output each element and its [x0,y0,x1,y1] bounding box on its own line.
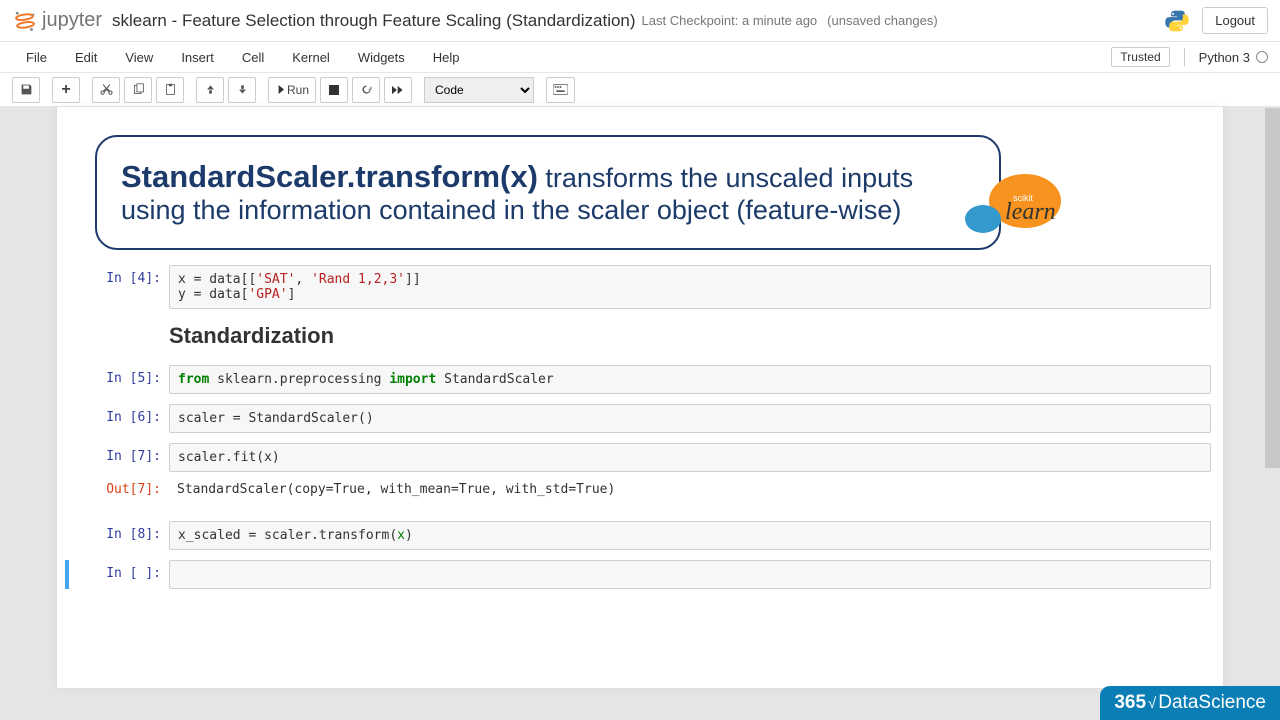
command-palette-button[interactable] [546,77,575,103]
stop-button[interactable] [320,77,348,103]
notebook-area[interactable]: StandardScaler.transform(x) transforms t… [56,107,1224,688]
checkpoint-text: Last Checkpoint: a minute ago [642,13,818,28]
code-input[interactable]: scaler.fit(x) [169,443,1211,472]
code-input[interactable]: scaler = StandardScaler() [169,404,1211,433]
watermark-badge: 365√DataScience [1100,686,1280,720]
run-button[interactable]: ▶ RunRun [268,77,316,103]
jupyter-logo-text: jupyter [42,9,102,32]
in-prompt: In [7]: [69,443,169,472]
code-input[interactable]: from sklearn.preprocessing import Standa… [169,365,1211,394]
callout-title: StandardScaler.transform(x) [121,159,538,194]
in-prompt: In [4]: [69,265,169,309]
jupyter-icon [12,8,38,34]
md-content: Standardization [169,319,1211,353]
in-prompt: In [5]: [69,365,169,394]
in-prompt: In [8]: [69,521,169,550]
code-cell-6[interactable]: In [6]: scaler = StandardScaler() [69,404,1211,433]
python-icon [1164,8,1190,34]
notebook-title[interactable]: sklearn - Feature Selection through Feat… [112,11,636,31]
toolbar: + ▶ RunRun Code [0,73,1280,107]
code-input[interactable]: x_scaled = scaler.transform(x) [169,521,1211,550]
copy-button[interactable] [124,77,152,103]
output-cell-7: Out[7]: StandardScaler(copy=True, with_m… [69,476,1211,503]
in-prompt: In [ ]: [69,560,169,589]
run-all-button[interactable] [384,77,412,103]
menu-file[interactable]: File [12,44,61,71]
explanation-callout: StandardScaler.transform(x) transforms t… [95,135,1001,250]
restart-button[interactable] [352,77,380,103]
cut-button[interactable] [92,77,120,103]
logout-button[interactable]: Logout [1202,7,1268,34]
scikit-learn-logo: scikitlearn [963,171,1073,244]
watermark-text: DataScience [1158,692,1266,714]
code-input[interactable] [169,560,1211,589]
code-cell-7[interactable]: In [7]: scaler.fit(x) [69,443,1211,472]
kernel-name: Python 3 [1199,50,1250,65]
move-down-button[interactable] [228,77,256,103]
menu-edit[interactable]: Edit [61,44,111,71]
menu-help[interactable]: Help [419,44,474,71]
md-prompt [69,319,169,353]
menu-view[interactable]: View [111,44,167,71]
save-button[interactable] [12,77,40,103]
trusted-badge[interactable]: Trusted [1111,47,1169,67]
markdown-cell[interactable]: Standardization [69,319,1211,353]
code-cell-8[interactable]: In [8]: x_scaled = scaler.transform(x) [69,521,1211,550]
section-heading: Standardization [169,323,1211,349]
cell-type-select[interactable]: Code [424,77,534,103]
paste-button[interactable] [156,77,184,103]
jupyter-logo[interactable]: jupyter [12,8,102,34]
menubar: File Edit View Insert Cell Kernel Widget… [0,42,1280,73]
menu-widgets[interactable]: Widgets [344,44,419,71]
code-cell-4[interactable]: In [4]: x = data[['SAT', 'Rand 1,2,3']] … [69,265,1211,309]
menu-insert[interactable]: Insert [167,44,228,71]
kernel-status-icon [1256,51,1268,63]
menu-kernel[interactable]: Kernel [278,44,344,71]
separator [1184,48,1185,66]
code-input[interactable]: x = data[['SAT', 'Rand 1,2,3']] y = data… [169,265,1211,309]
code-output: StandardScaler(copy=True, with_mean=True… [169,476,1211,503]
svg-text:learn: learn [1005,199,1056,225]
kernel-indicator[interactable]: Python 3 [1199,50,1268,65]
scrollbar[interactable] [1265,108,1280,468]
code-cell-empty[interactable]: In [ ]: [65,560,1211,589]
out-prompt: Out[7]: [69,476,169,503]
menu-cell[interactable]: Cell [228,44,278,71]
code-cell-5[interactable]: In [5]: from sklearn.preprocessing impor… [69,365,1211,394]
move-up-button[interactable] [196,77,224,103]
add-cell-button[interactable]: + [52,77,80,103]
unsaved-text: (unsaved changes) [827,13,938,28]
in-prompt: In [6]: [69,404,169,433]
notebook-header: jupyter sklearn - Feature Selection thro… [0,0,1280,42]
